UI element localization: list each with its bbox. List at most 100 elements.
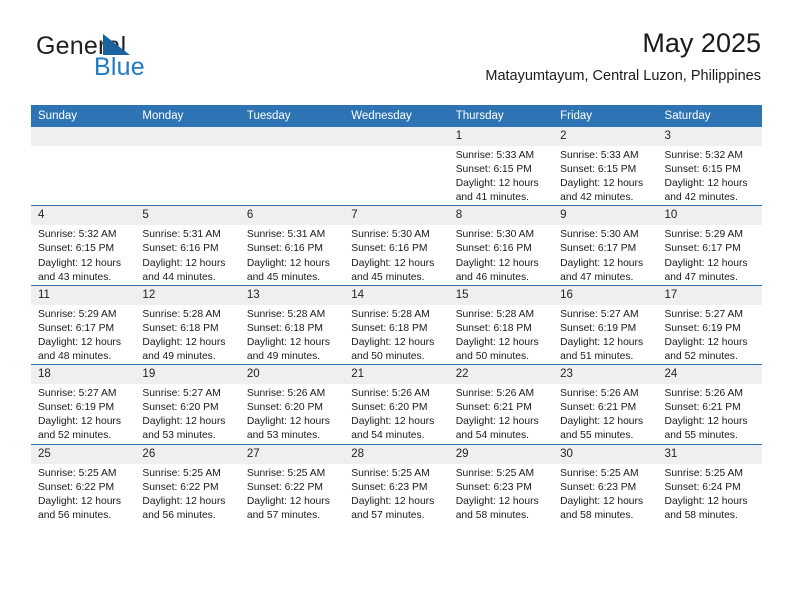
daylight-text: Daylight: 12 hours and 48 minutes. xyxy=(38,336,121,363)
calendar-day-cell-empty xyxy=(239,127,345,206)
day-number: 15 xyxy=(448,285,554,305)
calendar-day-cell[interactable]: 19 Sunrise: 5:27 AM Sunset: 6:20 PM Dayligh… xyxy=(135,364,240,444)
daylight-text: Daylight: 12 hours and 47 minutes. xyxy=(664,257,748,283)
daylight-text: Daylight: 12 hours and 49 minutes. xyxy=(142,336,226,363)
calendar-day-cell[interactable]: 21 Sunrise: 5:26 AM Sunset: 6:20 PM Dayligh… xyxy=(344,364,449,444)
brand-triangle-icon xyxy=(103,34,130,55)
sunrise-text: Sunrise: 5:33 AM xyxy=(560,150,639,161)
day-details: Sunrise: 5:27 AM Sunset: 6:20 PM Daylight:… xyxy=(135,384,239,443)
day-number: 17 xyxy=(657,285,762,305)
calendar-day-cell[interactable]: 14 Sunrise: 5:28 AM Sunset: 6:18 PM Dayligh… xyxy=(344,284,449,365)
calendar-day-cell[interactable]: 30 Sunrise: 5:25 AM Sunset: 6:23 PM Dayligh… xyxy=(553,443,658,523)
daylight-text: Daylight: 12 hours and 58 minutes. xyxy=(664,495,748,521)
sunrise-text: Sunrise: 5:26 AM xyxy=(246,388,326,400)
daylight-text: Daylight: 12 hours and 49 minutes. xyxy=(246,336,330,363)
calendar-day-cell[interactable]: 10 Sunrise: 5:29 AM Sunset: 6:17 PM Dayligh… xyxy=(657,205,762,286)
brand-logo[interactable]: General Blue xyxy=(36,32,256,92)
calendar-day-cell[interactable]: 7 Sunrise: 5:30 AM Sunset: 6:16 PM Daylight… xyxy=(344,205,449,286)
sunset-text: Sunset: 6:23 PM xyxy=(560,481,637,493)
day-number: 28 xyxy=(344,444,449,464)
daylight-text: Daylight: 12 hours and 44 minutes. xyxy=(142,257,226,283)
calendar-day-cell[interactable]: 18 Sunrise: 5:27 AM Sunset: 6:19 PM Dayligh… xyxy=(31,364,136,444)
day-details: Sunrise: 5:27 AM Sunset: 6:19 PM Daylight:… xyxy=(31,384,135,443)
calendar-day-cell[interactable]: 17 Sunrise: 5:27 AM Sunset: 6:19 PM Dayligh… xyxy=(657,284,762,365)
calendar-day-cell[interactable]: 26 Sunrise: 5:25 AM Sunset: 6:22 PM Dayligh… xyxy=(135,443,240,523)
sunrise-text: Sunrise: 5:25 AM xyxy=(455,467,535,479)
sunset-text: Sunset: 6:15 PM xyxy=(664,164,741,176)
sunrise-text: Sunrise: 5:26 AM xyxy=(664,388,743,400)
day-number: 25 xyxy=(31,444,136,464)
calendar-day-cell[interactable]: 24 Sunrise: 5:26 AM Sunset: 6:21 PM Dayligh… xyxy=(657,364,762,444)
sunrise-text: Sunrise: 5:25 AM xyxy=(560,467,639,479)
daylight-text: Daylight: 12 hours and 57 minutes. xyxy=(246,495,330,521)
day-number: 10 xyxy=(657,206,762,226)
sunrise-text: Sunrise: 5:29 AM xyxy=(664,229,743,241)
calendar-day-cell[interactable]: 16 Sunrise: 5:27 AM Sunset: 6:19 PM Dayligh… xyxy=(553,284,658,365)
day-number: 29 xyxy=(448,444,554,464)
day-number: 22 xyxy=(448,365,554,385)
day-details: Sunrise: 5:28 AM Sunset: 6:18 PM Daylight:… xyxy=(449,305,553,364)
day-number: 9 xyxy=(553,206,658,226)
calendar-day-cell[interactable]: 8 Sunrise: 5:30 AM Sunset: 6:16 PM Daylight… xyxy=(448,205,554,286)
calendar-day-cell-empty xyxy=(31,127,136,206)
calendar-day-cell[interactable]: 27 Sunrise: 5:25 AM Sunset: 6:22 PM Dayligh… xyxy=(239,443,345,523)
day-details: Sunrise: 5:28 AM Sunset: 6:18 PM Daylight:… xyxy=(135,305,239,364)
day-details: Sunrise: 5:26 AM Sunset: 6:21 PM Daylight:… xyxy=(658,384,762,443)
calendar-day-cell[interactable]: 2 Sunrise: 5:33 AM Sunset: 6:15 PM Daylight… xyxy=(553,127,658,206)
calendar-day-cell[interactable]: 20 Sunrise: 5:26 AM Sunset: 6:20 PM Dayligh… xyxy=(239,364,345,444)
sunrise-text: Sunrise: 5:32 AM xyxy=(38,229,117,241)
daylight-text: Daylight: 12 hours and 43 minutes. xyxy=(38,257,121,283)
calendar-day-cell[interactable]: 13 Sunrise: 5:28 AM Sunset: 6:18 PM Dayligh… xyxy=(239,284,345,365)
daylight-text: Daylight: 12 hours and 53 minutes. xyxy=(246,416,330,442)
day-number: 14 xyxy=(344,285,449,305)
page-subtitle: Matayumtayum, Central Luzon, Philippines xyxy=(485,68,761,84)
day-number: 24 xyxy=(657,365,762,385)
weekday-header-friday: Friday xyxy=(553,105,658,127)
calendar-week-row: 1 Sunrise: 5:33 AM Sunset: 6:15 PM Daylight… xyxy=(31,127,762,206)
calendar-day-cell[interactable]: 31 Sunrise: 5:25 AM Sunset: 6:24 PM Dayligh… xyxy=(657,443,762,523)
calendar-day-cell[interactable]: 29 Sunrise: 5:25 AM Sunset: 6:23 PM Dayligh… xyxy=(448,443,554,523)
brand-name-blue: Blue xyxy=(94,53,145,81)
sunrise-text: Sunrise: 5:26 AM xyxy=(351,388,430,400)
daylight-text: Daylight: 12 hours and 50 minutes. xyxy=(351,336,435,363)
calendar-day-cell[interactable]: 15 Sunrise: 5:28 AM Sunset: 6:18 PM Dayligh… xyxy=(448,284,554,365)
calendar-day-cell[interactable]: 23 Sunrise: 5:26 AM Sunset: 6:21 PM Dayligh… xyxy=(553,364,658,444)
weekday-header-thursday: Thursday xyxy=(448,105,554,127)
daylight-text: Daylight: 12 hours and 45 minutes. xyxy=(246,257,330,283)
day-details: Sunrise: 5:31 AM Sunset: 6:16 PM Daylight:… xyxy=(240,225,344,284)
sunset-text: Sunset: 6:23 PM xyxy=(351,481,428,493)
daylight-text: Daylight: 12 hours and 41 minutes. xyxy=(455,178,539,204)
daylight-text: Daylight: 12 hours and 45 minutes. xyxy=(351,257,435,283)
calendar-day-cell[interactable]: 6 Sunrise: 5:31 AM Sunset: 6:16 PM Daylight… xyxy=(239,205,345,286)
calendar-day-cell[interactable]: 22 Sunrise: 5:26 AM Sunset: 6:21 PM Dayligh… xyxy=(448,364,554,444)
sunrise-text: Sunrise: 5:27 AM xyxy=(664,308,743,320)
daylight-text: Daylight: 12 hours and 55 minutes. xyxy=(560,416,644,442)
calendar-day-cell[interactable]: 3 Sunrise: 5:32 AM Sunset: 6:15 PM Daylight… xyxy=(657,127,762,206)
calendar-day-cell[interactable]: 25 Sunrise: 5:25 AM Sunset: 6:22 PM Dayligh… xyxy=(31,443,136,523)
day-details: Sunrise: 5:27 AM Sunset: 6:19 PM Daylight:… xyxy=(658,305,762,364)
weekday-header-row: Sunday Monday Tuesday Wednesday Thursday… xyxy=(31,105,762,127)
day-details: Sunrise: 5:30 AM Sunset: 6:16 PM Daylight:… xyxy=(449,225,553,284)
title-block: May 2025 Matayumtayum, Central Luzon, Ph… xyxy=(485,26,761,87)
calendar-day-cell[interactable]: 1 Sunrise: 5:33 AM Sunset: 6:15 PM Daylight… xyxy=(448,127,554,206)
calendar-day-cell[interactable]: 4 Sunrise: 5:32 AM Sunset: 6:15 PM Daylight… xyxy=(31,205,136,286)
calendar-day-cell[interactable]: 9 Sunrise: 5:30 AM Sunset: 6:17 PM Daylight… xyxy=(553,205,658,286)
sunrise-text: Sunrise: 5:31 AM xyxy=(246,229,326,241)
calendar-day-cell[interactable]: 12 Sunrise: 5:28 AM Sunset: 6:18 PM Dayligh… xyxy=(135,284,240,365)
sunset-text: Sunset: 6:21 PM xyxy=(455,402,532,414)
day-details: Sunrise: 5:25 AM Sunset: 6:22 PM Daylight:… xyxy=(240,464,344,523)
sunrise-text: Sunrise: 5:26 AM xyxy=(455,388,535,400)
calendar-day-cell[interactable]: 11 Sunrise: 5:29 AM Sunset: 6:17 PM Dayligh… xyxy=(31,284,136,365)
day-details: Sunrise: 5:29 AM Sunset: 6:17 PM Daylight:… xyxy=(658,225,762,284)
sunset-text: Sunset: 6:24 PM xyxy=(664,481,741,493)
daylight-text: Daylight: 12 hours and 47 minutes. xyxy=(560,257,644,283)
calendar-day-cell[interactable]: 28 Sunrise: 5:25 AM Sunset: 6:23 PM Dayligh… xyxy=(344,443,449,523)
sunrise-text: Sunrise: 5:32 AM xyxy=(664,150,743,161)
sunrise-text: Sunrise: 5:28 AM xyxy=(142,308,221,320)
day-number: 13 xyxy=(239,285,345,305)
daylight-text: Daylight: 12 hours and 54 minutes. xyxy=(351,416,435,442)
calendar-day-cell[interactable]: 5 Sunrise: 5:31 AM Sunset: 6:16 PM Daylight… xyxy=(135,205,240,286)
daylight-text: Daylight: 12 hours and 53 minutes. xyxy=(142,416,226,442)
daylight-text: Daylight: 12 hours and 56 minutes. xyxy=(38,495,121,521)
sunset-text: Sunset: 6:18 PM xyxy=(142,322,219,334)
